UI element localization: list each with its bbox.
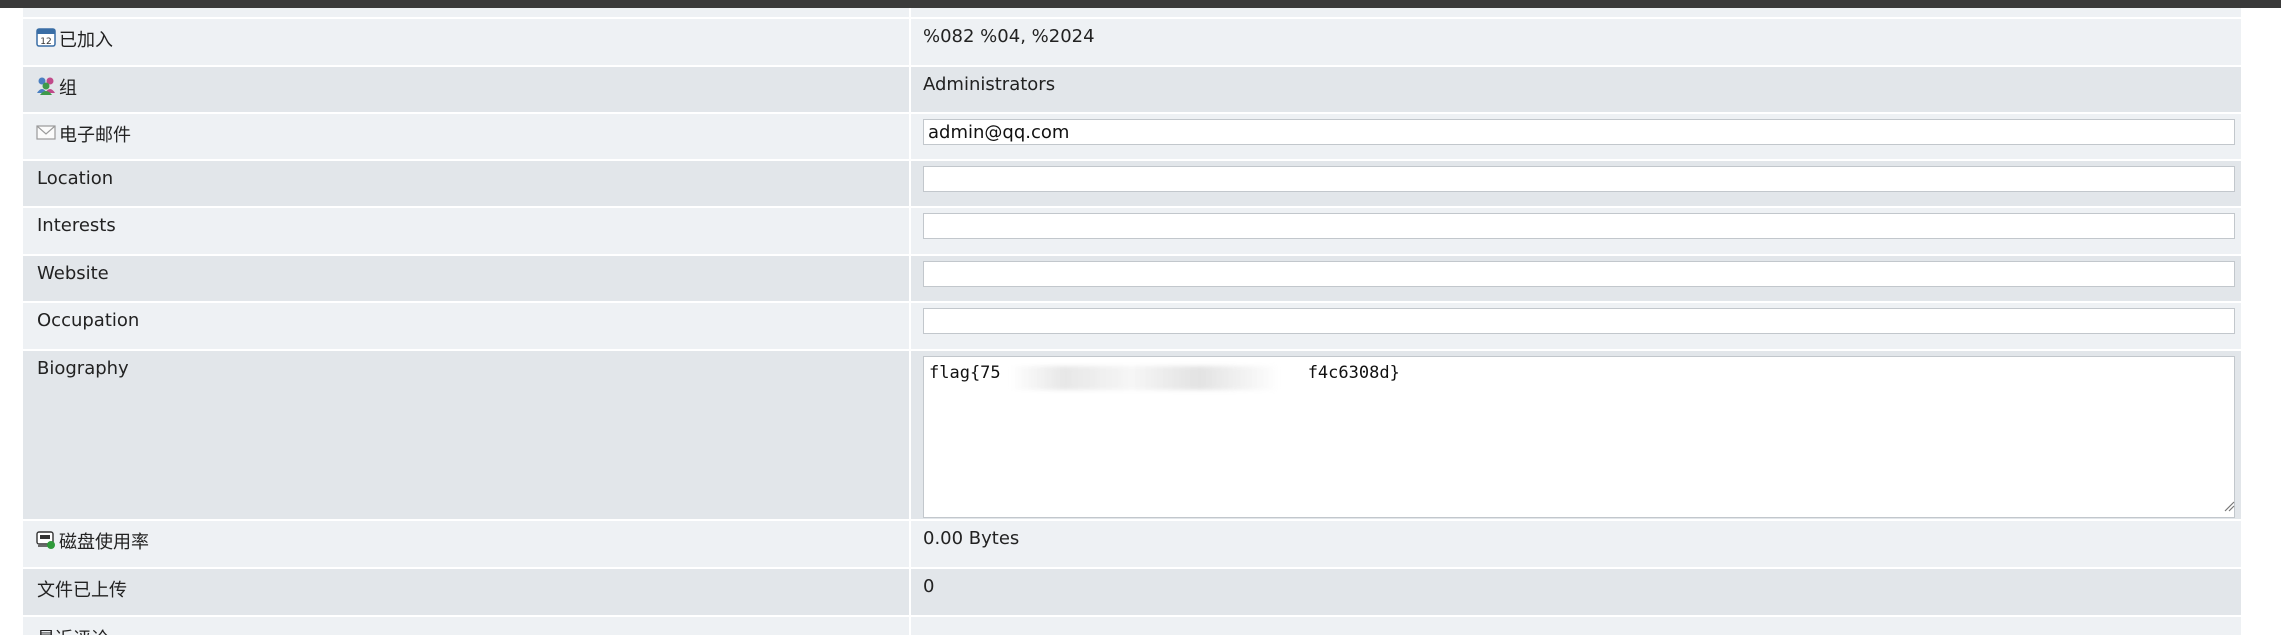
recent-comments-label: 最近评论 (37, 625, 109, 635)
table-row-recent-comments: 最近评论 (23, 617, 2241, 637)
joined-label: 已加入 (59, 30, 113, 51)
website-label: Website (37, 263, 109, 284)
groups-value: Administrators (923, 74, 1056, 95)
table-row-location: Location (23, 161, 2241, 208)
location-label: Location (37, 168, 114, 189)
website-field[interactable] (923, 261, 2235, 287)
interests-field[interactable] (923, 213, 2235, 239)
email-label: 电子邮件 (59, 125, 131, 146)
occupation-field[interactable] (923, 308, 2235, 334)
table-row-biography: Biography flag{75 f4c6308d} (23, 351, 2241, 521)
calendar-icon: 12 (35, 26, 57, 48)
table-row-website: Website (23, 256, 2241, 303)
group-users-icon (35, 74, 57, 96)
table-row-files-uploaded: 文件已上传 0 (23, 569, 2241, 617)
table-row-interests: Interests (23, 208, 2241, 256)
table-row-email: 电子邮件 (23, 114, 2241, 161)
files-uploaded-value: 0 (923, 576, 935, 597)
location-field[interactable] (923, 166, 2235, 192)
top-bar (0, 0, 2281, 8)
table-row-disk-usage: 磁盘使用率 0.00 Bytes (23, 521, 2241, 569)
table-row-groups: 组 Administrators (23, 67, 2241, 114)
profile-table: 12 已加入 %082 %04, %2024 组 Administrators (23, 8, 2241, 637)
biography-textarea[interactable]: flag{75 f4c6308d} (923, 356, 2235, 518)
interests-label: Interests (37, 215, 116, 236)
disk-usage-icon (35, 528, 57, 550)
envelope-icon (35, 121, 57, 143)
table-row-joined: 12 已加入 %082 %04, %2024 (23, 19, 2241, 67)
files-uploaded-label: 文件已上传 (37, 580, 127, 601)
disk-usage-label: 磁盘使用率 (59, 532, 149, 553)
biography-label: Biography (37, 358, 129, 379)
occupation-label: Occupation (37, 310, 140, 331)
table-row-occupation: Occupation (23, 303, 2241, 351)
table-row-partial-top (23, 8, 2241, 19)
svg-text:12: 12 (40, 37, 51, 47)
groups-label: 组 (59, 78, 77, 99)
email-field[interactable] (923, 119, 2235, 145)
joined-value: %082 %04, %2024 (923, 26, 1095, 47)
disk-usage-value: 0.00 Bytes (923, 528, 1020, 549)
